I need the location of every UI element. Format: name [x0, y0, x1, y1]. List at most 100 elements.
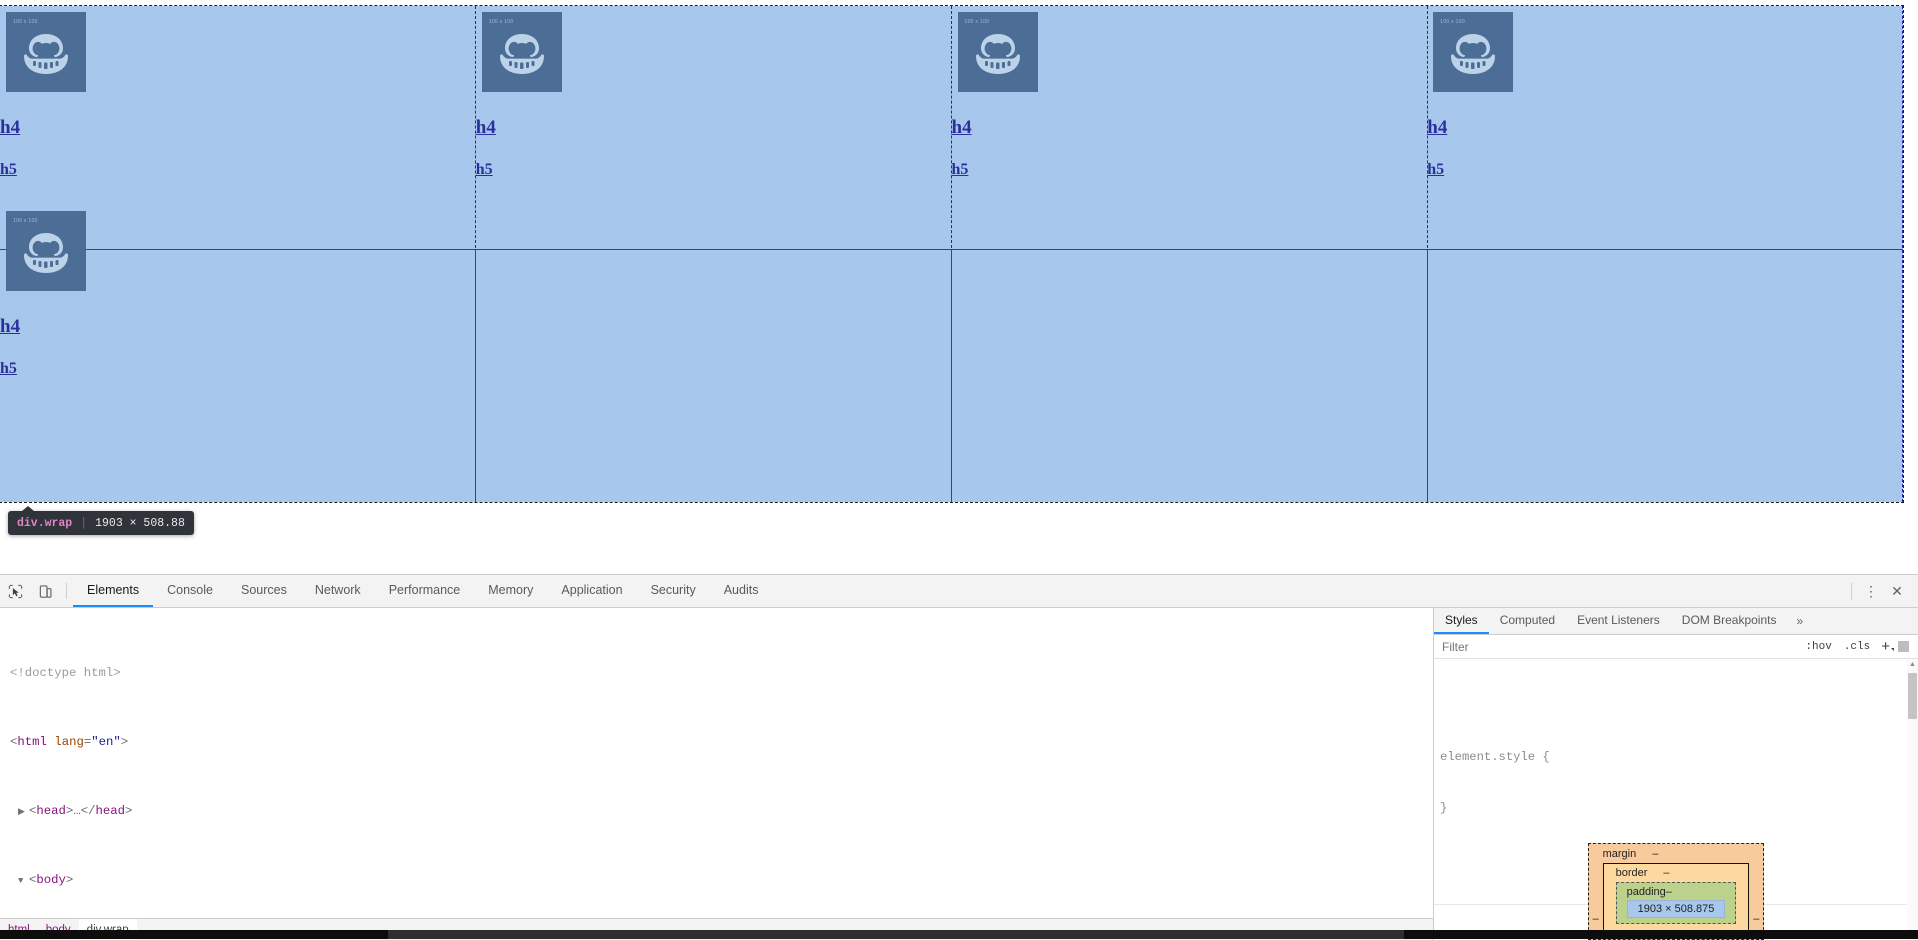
inspector-tooltip: div.wrap | 1903 × 508.88 — [8, 511, 194, 535]
skull-placeholder-icon — [1447, 32, 1499, 76]
style-rule-selector-line: element.style { — [1434, 749, 1918, 766]
box-model-padding[interactable]: padding– 1903 × 508.875 — [1616, 882, 1737, 924]
box-model-border[interactable]: border– padding– 1903 × 508.875 — [1603, 863, 1750, 931]
hov-toggle-button[interactable]: :hov — [1799, 641, 1837, 653]
box-heading-4-row: h4 — [476, 117, 952, 139]
placeholder-size-label: 100 x 100 — [13, 218, 38, 224]
styles-filter-input[interactable] — [1440, 639, 1799, 655]
box-model-border-label: border — [1616, 867, 1648, 879]
placeholder-size-label: 100 x 100 — [1440, 19, 1465, 25]
dom-tree: <!doctype html> <html lang="en"> ▶<head>… — [0, 608, 1433, 940]
more-options-icon[interactable]: ⋮ — [1858, 575, 1884, 608]
tab-network[interactable]: Network — [301, 575, 375, 607]
tab-application[interactable]: Application — [547, 575, 636, 607]
skull-placeholder-icon — [496, 32, 548, 76]
placeholder-image: 100 x 100 — [6, 211, 86, 291]
browser-viewport: 100 x 100 h4 h5 — [0, 0, 1918, 574]
tab-dom-breakpoints[interactable]: DOM Breakpoints — [1671, 608, 1788, 634]
dom-line-head[interactable]: ▶<head>…</head> — [0, 803, 1433, 820]
box-heading-5-row: h5 — [952, 161, 1428, 179]
box-heading-5[interactable]: h5 — [1427, 161, 1444, 179]
box-heading-4[interactable]: h4 — [1427, 117, 1447, 139]
tab-audits[interactable]: Audits — [710, 575, 773, 607]
tab-elements[interactable]: Elements — [73, 575, 153, 607]
chevron-double-right-icon[interactable]: » — [1787, 608, 1812, 634]
taskbar-segment — [388, 930, 1404, 939]
styles-filter-bar: :hov .cls + — [1434, 635, 1918, 659]
scroll-up-icon[interactable]: ▲ — [1907, 659, 1918, 670]
toolbar-divider — [1851, 583, 1852, 600]
tab-computed[interactable]: Computed — [1489, 608, 1566, 634]
dom-tree-pane: <!doctype html> <html lang="en"> ▶<head>… — [0, 608, 1434, 940]
box-heading-5-row: h5 — [0, 161, 476, 179]
tab-event-listeners[interactable]: Event Listeners — [1566, 608, 1671, 634]
style-rule-close-brace: } — [1434, 800, 1918, 817]
devtools-toolbar: Elements Console Sources Network Perform… — [0, 575, 1918, 608]
tab-console[interactable]: Console — [153, 575, 227, 607]
scrollbar-thumb[interactable] — [1908, 673, 1917, 719]
inspector-tooltip-separator: | — [80, 517, 87, 530]
box-heading-5[interactable]: h5 — [0, 161, 17, 179]
box-heading-4[interactable]: h4 — [952, 117, 972, 139]
dom-line-doctype: <!doctype html> — [0, 665, 1433, 682]
placeholder-size-label: 100 x 100 — [965, 19, 990, 25]
styles-sidebar: Styles Computed Event Listeners DOM Brea… — [1434, 608, 1918, 940]
box-model-padding-label: padding — [1627, 886, 1666, 898]
new-style-rule-button[interactable]: + — [1876, 638, 1895, 655]
tab-memory[interactable]: Memory — [474, 575, 547, 607]
box-heading-5[interactable]: h5 — [0, 360, 17, 378]
tab-performance[interactable]: Performance — [375, 575, 475, 607]
box-heading-4-row: h4 — [0, 316, 476, 338]
box-model-right-value[interactable]: – — [1753, 913, 1759, 925]
box-model-margin-value[interactable]: – — [1652, 848, 1658, 860]
inspector-tooltip-tag: div.wrap — [17, 517, 72, 530]
box-item: 100 x 100 h4 h5 — [1427, 6, 1903, 179]
grid-row-1: 100 x 100 h4 h5 — [0, 6, 1903, 179]
box-model-margin[interactable]: margin– border– padding– 1903 × 508.875 … — [1588, 843, 1765, 940]
box-heading-4[interactable]: h4 — [476, 117, 496, 139]
device-toolbar-glyph — [38, 584, 53, 599]
devtools-body: <!doctype html> <html lang="en"> ▶<head>… — [0, 608, 1918, 940]
box-heading-4[interactable]: h4 — [0, 117, 20, 139]
placeholder-image: 100 x 100 — [1433, 12, 1513, 92]
box-model-margin-label: margin — [1603, 848, 1637, 860]
box-heading-5-row: h5 — [1427, 161, 1903, 179]
tab-styles[interactable]: Styles — [1434, 608, 1489, 634]
devtools-tab-bar: Elements Console Sources Network Perform… — [73, 575, 772, 607]
box-item: 100 x 100 h4 h5 — [0, 6, 476, 179]
cls-toggle-button[interactable]: .cls — [1838, 641, 1876, 653]
inspect-cursor-icon[interactable] — [0, 575, 30, 607]
box-heading-4-row: h4 — [0, 117, 476, 139]
dom-line-html-open[interactable]: <html lang="en"> — [0, 734, 1433, 751]
close-icon[interactable]: ✕ — [1884, 575, 1910, 608]
skull-placeholder-icon — [20, 231, 72, 275]
box-item: 100 x 100 h4 h5 — [952, 6, 1428, 179]
box-model-border-value[interactable]: – — [1663, 867, 1669, 879]
box-model-diagram: margin– border– padding– 1903 × 508.875 … — [1434, 833, 1918, 940]
box-heading-4-row: h4 — [952, 117, 1428, 139]
box-model-left-value[interactable]: – — [1593, 913, 1599, 925]
box-heading-4-row: h4 — [1427, 117, 1903, 139]
dom-line-body-open[interactable]: ▼<body> — [0, 872, 1433, 889]
tab-sources[interactable]: Sources — [227, 575, 301, 607]
box-heading-5[interactable]: h5 — [952, 161, 969, 179]
tab-security[interactable]: Security — [637, 575, 710, 607]
toolbar-divider — [66, 583, 67, 599]
styles-scrollbar[interactable]: ▲ ▼ — [1907, 659, 1918, 940]
computed-sidebar-toggle[interactable] — [1898, 641, 1909, 652]
skull-placeholder-icon — [20, 32, 72, 76]
placeholder-image: 100 x 100 — [6, 12, 86, 92]
box-heading-4[interactable]: h4 — [0, 316, 20, 338]
grid-row-2: 100 x 100 h4 h5 — [0, 205, 1903, 378]
box-model-padding-value[interactable]: – — [1666, 886, 1672, 898]
box-heading-5-row: h5 — [0, 360, 476, 378]
box-heading-5[interactable]: h5 — [476, 161, 493, 179]
skull-placeholder-icon — [972, 32, 1024, 76]
box-item: 100 x 100 h4 h5 — [476, 6, 952, 179]
box-heading-5-row: h5 — [476, 161, 952, 179]
box-item: 100 x 100 h4 h5 — [0, 205, 476, 378]
style-rule-selector[interactable]: element.style — [1440, 750, 1535, 764]
inspect-cursor-glyph — [8, 584, 23, 599]
device-toolbar-icon[interactable] — [30, 575, 60, 607]
box-model-content[interactable]: 1903 × 508.875 — [1627, 900, 1726, 918]
